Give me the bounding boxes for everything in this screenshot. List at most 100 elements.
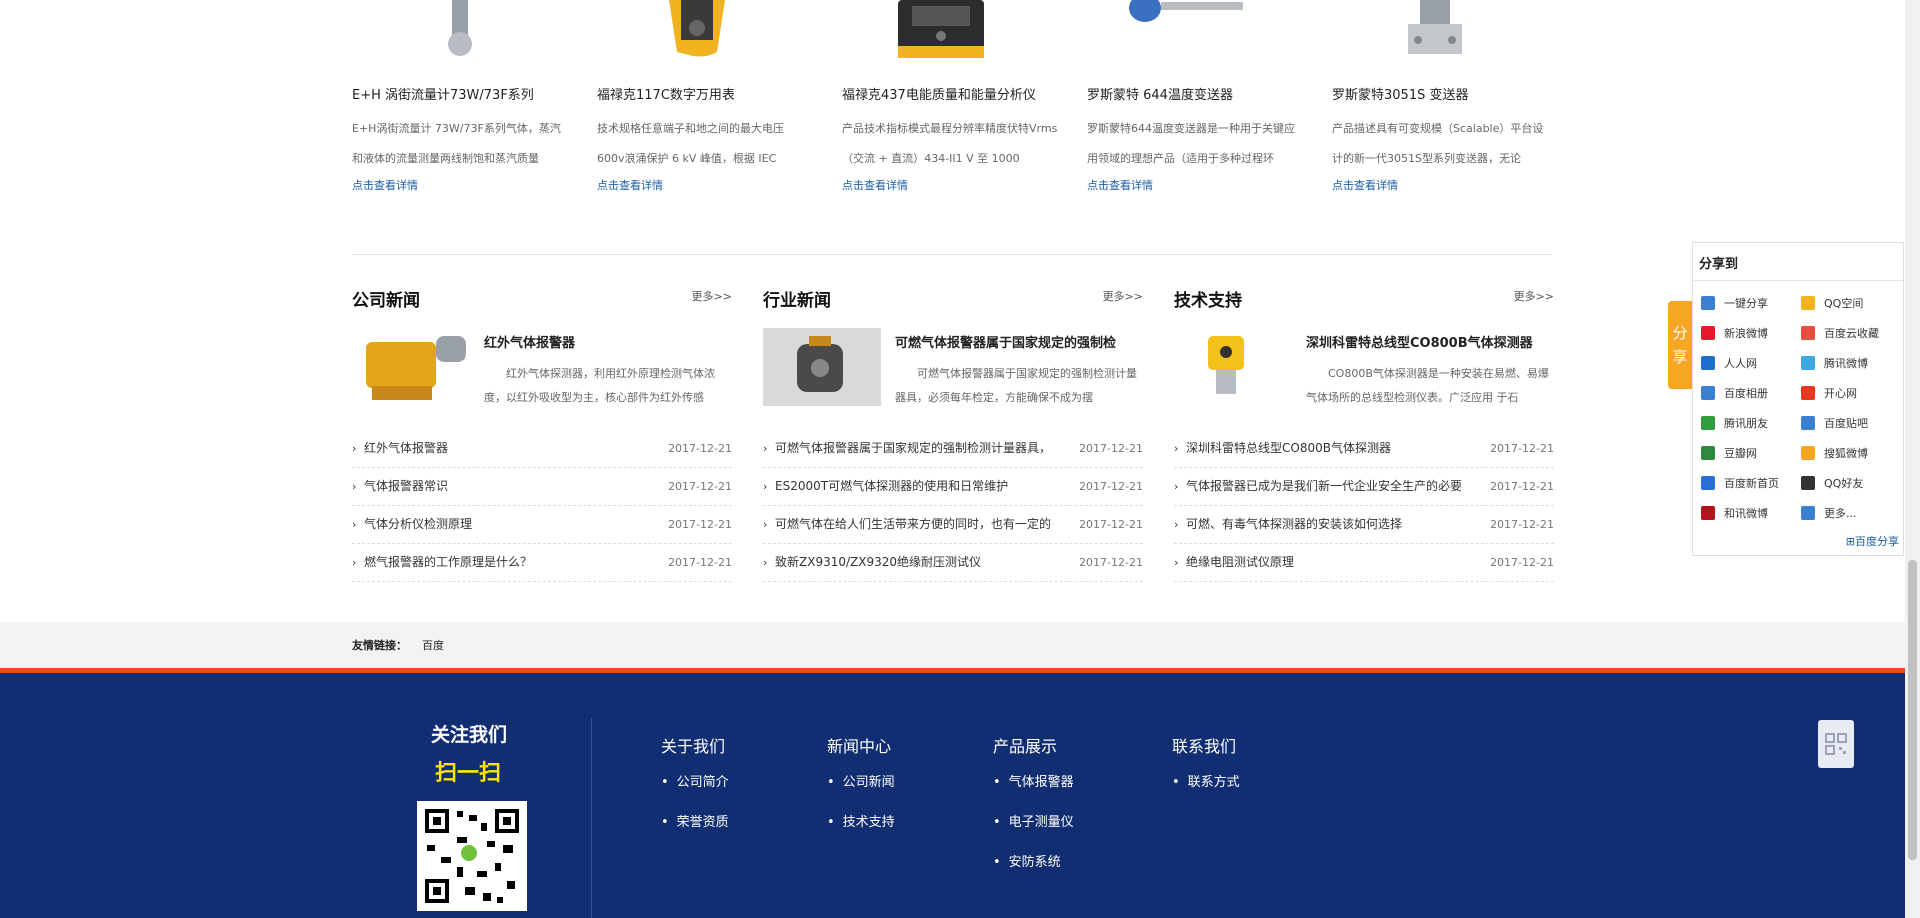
featured-news-title[interactable]: 深圳科雷特总线型CO800B气体探测器 [1306, 332, 1554, 351]
share-item[interactable]: 百度贴吧 [1801, 415, 1868, 431]
news-item-title[interactable]: 红外气体报警器 [364, 430, 664, 467]
share-service-icon [1701, 446, 1715, 460]
share-item[interactable]: 更多... [1801, 505, 1857, 521]
news-item[interactable]: › ES2000T可燃气体探测器的使用和日常维护 2017-12-21 [763, 468, 1143, 506]
footer-link[interactable]: 安防系统 [993, 855, 1074, 895]
share-item[interactable]: 腾讯朋友 [1701, 415, 1768, 431]
product-title[interactable]: E+H 涡街流量计73W/73F系列 [352, 84, 534, 103]
news-item-date: 2017-12-21 [668, 480, 732, 493]
share-item-label: 开心网 [1824, 387, 1857, 400]
news-item[interactable]: › 致新ZX9310/ZX9320绝缘耐压测试仪 2017-12-21 [763, 544, 1143, 582]
share-item[interactable]: 腾讯微博 [1801, 355, 1868, 371]
share-item[interactable]: 新浪微博 [1701, 325, 1768, 341]
news-item[interactable]: › 可燃、有毒气体探测器的安装该如何选择 2017-12-21 [1174, 506, 1554, 544]
news-item[interactable]: › 绝缘电阻测试仪原理 2017-12-21 [1174, 544, 1554, 582]
news-list: › 红外气体报警器 2017-12-21 › 气体报警器常识 2017-12-21 › 气… [352, 430, 732, 582]
news-item[interactable]: › 气体报警器已成为是我们新一代企业安全生产的必要 2017-12-21 [1174, 468, 1554, 506]
share-item[interactable]: 豆瓣网 [1701, 445, 1757, 461]
footer-col-heading[interactable]: 联系我们 [1172, 733, 1240, 757]
news-thumbnail[interactable] [1174, 328, 1292, 406]
product-more-link[interactable]: 点击查看详情 [352, 177, 418, 193]
product-title[interactable]: 罗斯蒙特3051S 变送器 [1332, 84, 1468, 103]
news-item-title[interactable]: 可燃、有毒气体探测器的安装该如何选择 [1186, 506, 1486, 543]
news-item-title[interactable]: 可燃气体在给人们生活带来方便的同时，也有一定的 [775, 506, 1075, 543]
share-item[interactable]: QQ空间 [1801, 295, 1863, 311]
footer-col-heading[interactable]: 关于我们 [661, 733, 729, 757]
featured-news-title[interactable]: 可燃气体报警器属于国家规定的强制检 [895, 332, 1143, 351]
share-item[interactable]: QQ好友 [1801, 475, 1863, 491]
share-item[interactable]: 开心网 [1801, 385, 1857, 401]
featured-news-title[interactable]: 红外气体报警器 [484, 332, 732, 351]
news-item-title[interactable]: 气体分析仪检测原理 [364, 506, 664, 543]
news-item[interactable]: › 气体报警器常识 2017-12-21 [352, 468, 732, 506]
power-analyzer-image[interactable] [842, 0, 1062, 60]
share-item[interactable]: 百度云收藏 [1801, 325, 1879, 341]
footer-link[interactable]: 气体报警器 [993, 775, 1074, 815]
product-more-link[interactable]: 点击查看详情 [1332, 177, 1398, 193]
more-link[interactable]: 更多>> [1103, 288, 1143, 304]
product-list: E+H 涡街流量计73W/73F系列 E+H涡街流量计 73W/73F系列气体，… [352, 0, 1552, 205]
news-item[interactable]: › 燃气报警器的工作原理是什么？ 2017-12-21 [352, 544, 732, 582]
share-item-label: 百度云收藏 [1824, 327, 1879, 340]
arrow-icon: › [763, 556, 768, 569]
product-title[interactable]: 福禄克117C数字万用表 [597, 84, 735, 103]
news-item[interactable]: › 气体分析仪检测原理 2017-12-21 [352, 506, 732, 544]
news-item-title[interactable]: 深圳科雷特总线型CO800B气体探测器 [1186, 430, 1486, 467]
share-toggle-tab[interactable]: 分享 [1668, 301, 1692, 389]
footer-link[interactable]: 电子测量仪 [993, 815, 1074, 855]
news-item[interactable]: › 红外气体报警器 2017-12-21 [352, 430, 732, 468]
news-item-title[interactable]: ES2000T可燃气体探测器的使用和日常维护 [775, 468, 1075, 505]
wechat-qr-code [417, 801, 527, 911]
friend-link[interactable]: 百度 [422, 637, 444, 653]
news-item[interactable]: › 深圳科雷特总线型CO800B气体探测器 2017-12-21 [1174, 430, 1554, 468]
arrow-icon: › [352, 518, 357, 531]
product-more-link[interactable]: 点击查看详情 [597, 177, 663, 193]
footer-link[interactable]: 联系方式 [1172, 775, 1240, 815]
more-link[interactable]: 更多>> [692, 288, 732, 304]
share-service-icon [1801, 326, 1815, 340]
share-service-icon [1701, 416, 1715, 430]
share-item[interactable]: 百度新首页 [1701, 475, 1779, 491]
multimeter-image[interactable] [597, 0, 817, 60]
page-scrollbar[interactable] [1905, 0, 1920, 918]
share-item[interactable]: 百度相册 [1701, 385, 1768, 401]
share-item[interactable]: 一键分享 [1701, 295, 1768, 311]
product-more-link[interactable]: 点击查看详情 [842, 177, 908, 193]
floating-qr-button[interactable] [1818, 720, 1854, 768]
footer-col-about: 关于我们 公司简介 荣誉资质 [661, 733, 729, 855]
baidu-share-link[interactable]: ⊞百度分享 [1846, 533, 1899, 549]
footer-link[interactable]: 荣誉资质 [661, 815, 729, 855]
temperature-transmitter-image[interactable] [1087, 0, 1307, 60]
footer-link[interactable]: 公司新闻 [827, 775, 895, 815]
share-item-label: 一键分享 [1724, 297, 1768, 310]
share-item[interactable]: 搜狐微博 [1801, 445, 1868, 461]
news-item-date: 2017-12-21 [1490, 556, 1554, 569]
footer-col-heading[interactable]: 新闻中心 [827, 733, 895, 757]
flowmeter-image[interactable] [352, 0, 572, 60]
share-item-label: 百度新首页 [1724, 477, 1779, 490]
news-item-title[interactable]: 绝缘电阻测试仪原理 [1186, 544, 1486, 581]
share-item[interactable]: 和讯微博 [1701, 505, 1768, 521]
news-item[interactable]: › 可燃气体在给人们生活带来方便的同时，也有一定的 2017-12-21 [763, 506, 1143, 544]
news-item-title[interactable]: 可燃气体报警器属于国家规定的强制检测计量器具， [775, 430, 1075, 467]
pressure-transmitter-image[interactable] [1332, 0, 1552, 60]
news-item-title[interactable]: 燃气报警器的工作原理是什么？ [364, 544, 664, 581]
share-item-label: QQ好友 [1824, 477, 1864, 490]
footer-link[interactable]: 公司简介 [661, 775, 729, 815]
scrollbar-thumb[interactable] [1908, 560, 1917, 860]
news-thumbnail[interactable] [352, 328, 470, 406]
friend-links-bar: 友情链接： 百度 [0, 622, 1905, 668]
footer-col-heading[interactable]: 产品展示 [993, 733, 1074, 757]
share-divider [1693, 280, 1903, 281]
product-title[interactable]: 罗斯蒙特 644温度变送器 [1087, 84, 1233, 103]
news-item[interactable]: › 可燃气体报警器属于国家规定的强制检测计量器具， 2017-12-21 [763, 430, 1143, 468]
news-thumbnail[interactable] [763, 328, 881, 406]
product-title[interactable]: 福禄克437电能质量和能量分析仪 [842, 84, 1036, 103]
footer-link[interactable]: 技术支持 [827, 815, 895, 855]
more-link[interactable]: 更多>> [1514, 288, 1554, 304]
product-more-link[interactable]: 点击查看详情 [1087, 177, 1153, 193]
news-item-title[interactable]: 致新ZX9310/ZX9320绝缘耐压测试仪 [775, 544, 1075, 581]
news-item-title[interactable]: 气体报警器常识 [364, 468, 664, 505]
share-item[interactable]: 人人网 [1701, 355, 1757, 371]
news-item-title[interactable]: 气体报警器已成为是我们新一代企业安全生产的必要 [1186, 468, 1486, 505]
